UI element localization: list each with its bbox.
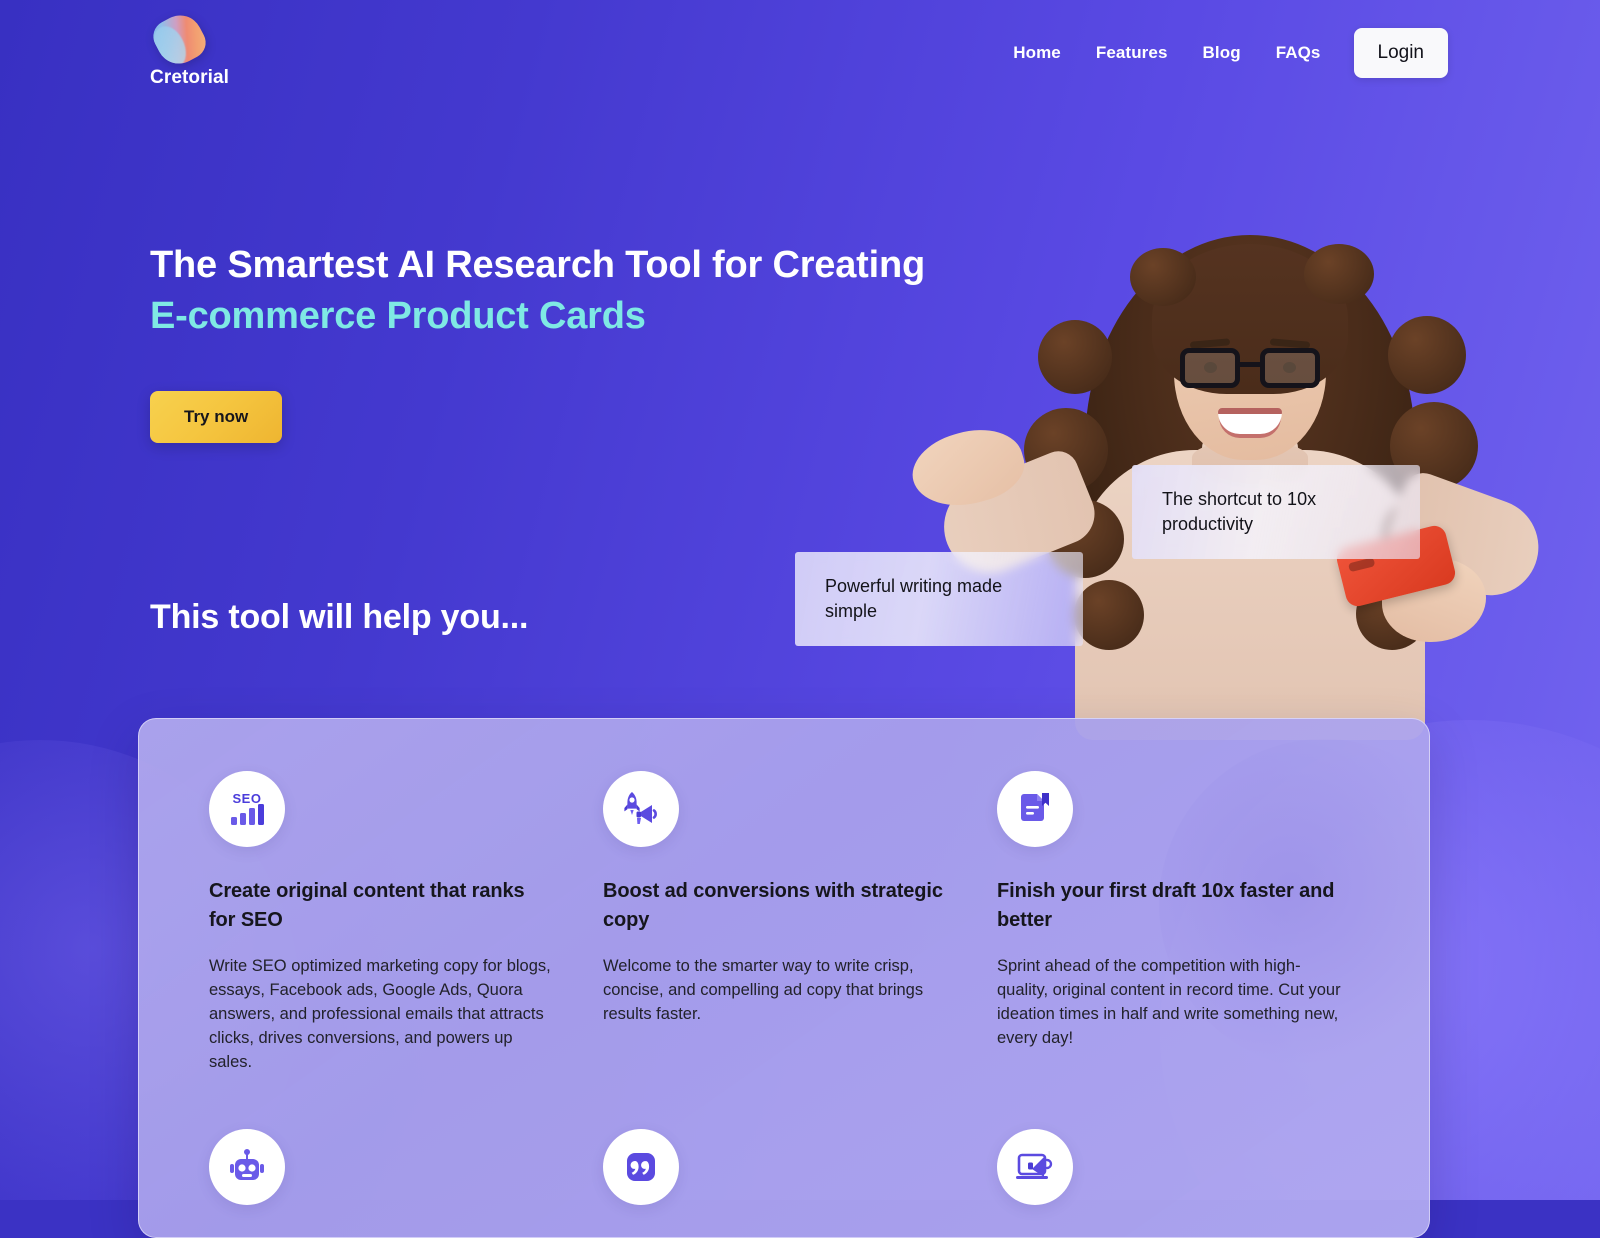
login-button[interactable]: Login [1353, 27, 1448, 78]
caption-card-writing: Powerful writing made simple [795, 552, 1083, 646]
brand-name: Cretorial [150, 67, 230, 88]
screen-megaphone-icon [997, 1128, 1073, 1205]
nav-item-home[interactable]: Home [1013, 43, 1061, 63]
features-grid-row-2 [139, 1075, 1429, 1205]
feature-card-promotion[interactable] [997, 1128, 1359, 1205]
quote-marks-icon [603, 1128, 679, 1205]
features-grid-row-1: SEO Create original content that ranks f… [139, 719, 1429, 1075]
features-panel: SEO Create original content that ranks f… [138, 718, 1430, 1238]
feature-card-ai-assistant[interactable] [209, 1128, 571, 1205]
caption-card-productivity: The shortcut to 10x productivity [1132, 465, 1420, 559]
main-navigation: Home Features Blog FAQs Login [1013, 27, 1448, 78]
nav-item-blog[interactable]: Blog [1203, 43, 1241, 63]
cretorial-diamond-logo-icon [147, 7, 212, 72]
feature-card-title: Create original content that ranks for S… [209, 880, 525, 931]
feature-card-title: Finish your first draft 10x faster and b… [997, 880, 1335, 931]
robot-icon [209, 1128, 285, 1205]
feature-card-first-draft[interactable]: Finish your first draft 10x faster and b… [997, 771, 1359, 1075]
hero-copy-block: The Smartest AI Research Tool for Creati… [150, 240, 925, 444]
features-section-title: This tool will help you... [150, 598, 529, 636]
document-bookmark-icon [997, 771, 1073, 847]
page-title: The Smartest AI Research Tool for Creati… [150, 240, 925, 341]
site-header: Cretorial Home Features Blog FAQs Login [0, 0, 1600, 105]
try-now-button[interactable]: Try now [150, 391, 283, 444]
headline-line-2: E-commerce Product Cards [150, 294, 646, 337]
feature-card-body: Welcome to the smarter way to write cris… [603, 957, 924, 1023]
brand-logo[interactable]: Cretorial [147, 7, 230, 89]
nav-item-faqs[interactable]: FAQs [1276, 43, 1321, 63]
feature-card-ad-conversions[interactable]: Boost ad conversions with strategic copy… [603, 771, 965, 1075]
feature-card-seo[interactable]: SEO Create original content that ranks f… [209, 771, 571, 1075]
nav-item-features[interactable]: Features [1096, 43, 1168, 63]
feature-card-body: Sprint ahead of the competition with hig… [997, 957, 1341, 1047]
feature-card-testimonials[interactable] [603, 1128, 965, 1205]
headline-line-1: The Smartest AI Research Tool for Creati… [150, 244, 925, 286]
rocket-megaphone-icon [603, 771, 679, 847]
svg-text:SEO: SEO [233, 791, 262, 806]
feature-card-title: Boost ad conversions with strategic copy [603, 880, 943, 931]
feature-card-body: Write SEO optimized marketing copy for b… [209, 957, 551, 1071]
seo-bar-chart-icon: SEO [209, 771, 285, 847]
